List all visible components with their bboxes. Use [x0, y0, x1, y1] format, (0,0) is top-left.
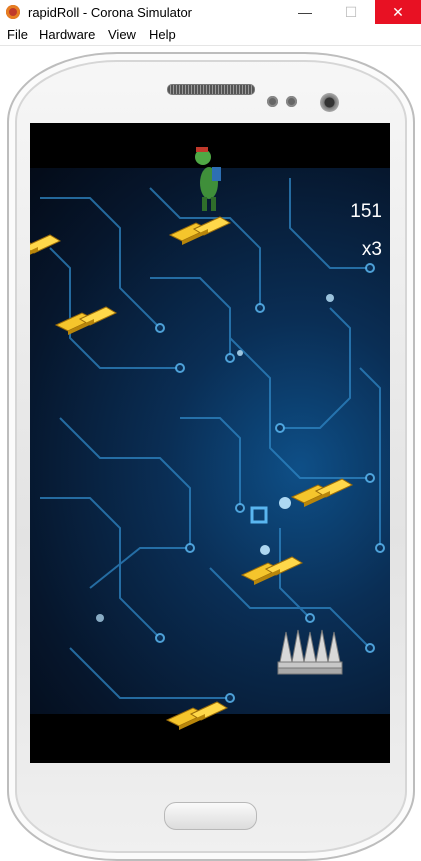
spike-trap-platform: [277, 629, 343, 675]
menu-bar: File Hardware View Help: [0, 24, 421, 46]
minimize-button[interactable]: —: [282, 0, 328, 24]
gold-bar-platform: [290, 478, 354, 507]
home-button[interactable]: [164, 802, 257, 830]
menu-help[interactable]: Help: [149, 27, 176, 42]
dragon-player-sprite: [195, 147, 221, 211]
gold-bar-platform: [240, 556, 304, 585]
gold-bar-platform: [165, 701, 229, 730]
earpiece-speaker: [167, 84, 255, 95]
window-titlebar: rapidRoll - Corona Simulator — ☐ ✕: [0, 0, 421, 24]
close-button[interactable]: ✕: [375, 0, 421, 24]
window-title: rapidRoll - Corona Simulator: [28, 5, 193, 20]
corona-app-icon: [6, 5, 20, 19]
menu-view[interactable]: View: [108, 27, 136, 42]
gold-bar-platform: [30, 234, 62, 255]
game-screen[interactable]: 151 x3: [30, 123, 390, 763]
lives-display: x3: [361, 239, 382, 260]
sensor-dot-icon: [267, 96, 278, 107]
front-camera-icon: [320, 93, 339, 112]
menu-hardware[interactable]: Hardware: [39, 27, 95, 42]
menu-file[interactable]: File: [7, 27, 28, 42]
gold-bar-platform: [168, 216, 232, 245]
score-display: 151: [350, 201, 382, 222]
maximize-button[interactable]: ☐: [328, 0, 374, 24]
sensor-dot-icon: [286, 96, 297, 107]
gold-bar-platform: [54, 306, 118, 335]
